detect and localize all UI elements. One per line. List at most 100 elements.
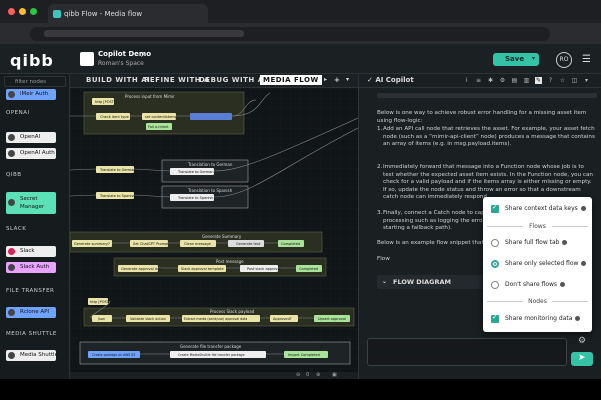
palette-node-secret-manager[interactable]: Secret Manager xyxy=(6,192,56,214)
fit-view-icon[interactable]: ▣ xyxy=(332,372,337,378)
node-label: http [POST] xyxy=(90,300,111,304)
ai-step-3: Finally, connect a Catch node to cap pro… xyxy=(383,210,485,232)
option-full-flow[interactable]: Share full flow tab xyxy=(483,237,592,249)
add-tab-icon[interactable]: + xyxy=(334,76,340,84)
flow-canvas[interactable]: Process input from Mimir http [POST] Che… xyxy=(70,88,358,372)
chart-icon[interactable]: ▥ xyxy=(523,77,530,84)
palette-node-openai-auth[interactable]: OpenAI Auth xyxy=(6,148,56,159)
bug-icon[interactable]: ✱ xyxy=(487,77,494,84)
media-shuttle-icon xyxy=(8,352,15,359)
tab-debug-with-ai[interactable]: DEBUG WITH AI xyxy=(199,76,267,84)
close-window-icon[interactable] xyxy=(8,8,15,15)
group-label: Generate file transfer package xyxy=(180,344,242,349)
gear-icon[interactable]: ⚙ xyxy=(571,336,593,348)
address-bar[interactable] xyxy=(30,27,550,41)
book-icon[interactable]: ◫ xyxy=(571,77,578,84)
section-openai: OPENAI xyxy=(6,110,30,116)
palette-node-imeir-auth[interactable]: iMeir Auth xyxy=(6,89,56,100)
ai-step-1: Add an API call node that retrieves the … xyxy=(383,126,595,148)
ai-panel-title: ✓ AI Copilot xyxy=(367,76,414,84)
send-button[interactable]: ➤ xyxy=(571,352,593,366)
section-file-transfer: FILE TRANSFER xyxy=(6,288,55,294)
node-label: json xyxy=(97,317,105,321)
group-label: Translation to German xyxy=(187,162,233,167)
flow-tabs: BUILD WITH AI REFINE WITH A DEBUG WITH A… xyxy=(70,74,358,88)
tabs-scroll-icon[interactable]: ▸ xyxy=(324,76,328,83)
node-label: Import Completed xyxy=(288,353,320,357)
zoom-in-icon[interactable]: ⊕ xyxy=(316,372,320,378)
zoom-level: 0 xyxy=(306,372,310,378)
node-label: Completed xyxy=(281,242,300,246)
node-label: Generate summary? xyxy=(74,242,110,246)
star-icon[interactable]: ☆ xyxy=(559,77,566,84)
node-label: Generate text xyxy=(236,242,261,246)
info-icon xyxy=(580,206,586,211)
qibb-logo: qibb xyxy=(10,51,54,70)
node-label: set contentIstemp xyxy=(145,115,178,119)
info-icon xyxy=(581,261,587,266)
ai-intro: Below is one way to achieve robust error… xyxy=(377,110,587,124)
node-label: Approved? xyxy=(273,317,292,321)
radio-icon[interactable] xyxy=(491,239,499,247)
tab-build-with-ai[interactable]: BUILD WITH AI xyxy=(86,76,150,84)
node-label: Create MediaShuttle file transfer packag… xyxy=(178,353,245,357)
maximize-window-icon[interactable] xyxy=(30,8,37,15)
group-label: Process input from Mimir xyxy=(125,94,175,99)
copilot-icon[interactable]: ✎ xyxy=(535,77,542,84)
group-label: Post message xyxy=(216,259,244,264)
openai-icon xyxy=(8,134,15,141)
browser-urlbar xyxy=(0,24,601,44)
palette-node-media-shuttle[interactable]: Media Shuttle xyxy=(6,350,58,361)
hamburger-menu-icon[interactable]: ☰ xyxy=(582,54,591,65)
info-icon xyxy=(560,282,566,287)
open-external-icon[interactable]: ↗ xyxy=(140,51,146,59)
slack-auth-icon xyxy=(8,264,15,271)
database-icon[interactable]: ▤ xyxy=(511,77,518,84)
help-icon[interactable]: ? xyxy=(547,77,554,84)
list-icon[interactable]: ≡ xyxy=(475,77,482,84)
checkbox-checked-icon[interactable] xyxy=(491,313,499,323)
node-label: Upsert approval xyxy=(318,317,346,321)
minimize-window-icon[interactable] xyxy=(19,8,26,15)
avatar[interactable]: RO xyxy=(556,52,572,68)
radio-selected-icon[interactable] xyxy=(491,260,499,268)
section-qibb: QIBB xyxy=(6,172,22,178)
app-header: qibb Copilot Demo Roman's Space ↗ Save ▾ … xyxy=(0,44,601,74)
node-label: Translate to Spanish xyxy=(177,196,213,200)
option-no-flows[interactable]: Don't share flows xyxy=(483,279,592,291)
node-label: Translate to German xyxy=(99,168,136,172)
section-nodes: Nodes xyxy=(483,298,592,305)
radio-icon[interactable] xyxy=(491,281,499,289)
ai-outro: Below is an example flow snippet that de xyxy=(377,240,493,246)
palette-node-rclone[interactable]: Rclone API xyxy=(6,307,56,318)
palette-node-slack-auth[interactable]: Slack Auth xyxy=(6,262,56,273)
chevron-down-icon: ⌄ xyxy=(382,278,388,285)
filter-nodes-input[interactable]: filter nodes xyxy=(4,76,66,87)
tabs-menu-icon[interactable]: ▾ xyxy=(346,76,350,83)
save-button[interactable]: Save ▾ xyxy=(493,53,539,66)
zoom-icons[interactable]: ⊖ xyxy=(296,372,300,378)
option-monitoring[interactable]: Share monitoring data xyxy=(483,313,592,325)
info-icon xyxy=(562,240,568,245)
palette-node-openai[interactable]: OpenAI xyxy=(6,132,56,143)
settings-icon[interactable]: ⚙ xyxy=(499,77,506,84)
copilot-input[interactable] xyxy=(367,338,567,366)
step-num-3: 3. xyxy=(377,210,383,216)
checkbox-checked-icon[interactable] xyxy=(491,203,499,213)
step-num-2: 2. xyxy=(377,164,383,170)
tab-media-flow[interactable]: MEDIA FLOW xyxy=(260,75,322,85)
node-label: Check item type xyxy=(100,115,129,119)
tab-favicon-icon xyxy=(53,10,61,18)
palette-node-slack[interactable]: Slack xyxy=(6,246,56,257)
more-icon[interactable]: ▾ xyxy=(583,77,590,84)
node-mimir[interactable] xyxy=(190,113,232,120)
info-icon[interactable]: i xyxy=(463,77,470,84)
imeir-icon xyxy=(8,91,15,98)
browser-titlebar: qibb Flow - Media flow xyxy=(0,0,601,24)
option-selected-flow[interactable]: Share only selected flow xyxy=(483,258,592,270)
browser-tab[interactable]: qibb Flow - Media flow xyxy=(48,4,208,24)
screen-bottom-bar xyxy=(0,379,601,400)
option-share-context[interactable]: Share context data keys xyxy=(483,203,592,215)
node-label: Completed xyxy=(299,267,318,271)
node-label: Post slack approval xyxy=(247,267,281,271)
